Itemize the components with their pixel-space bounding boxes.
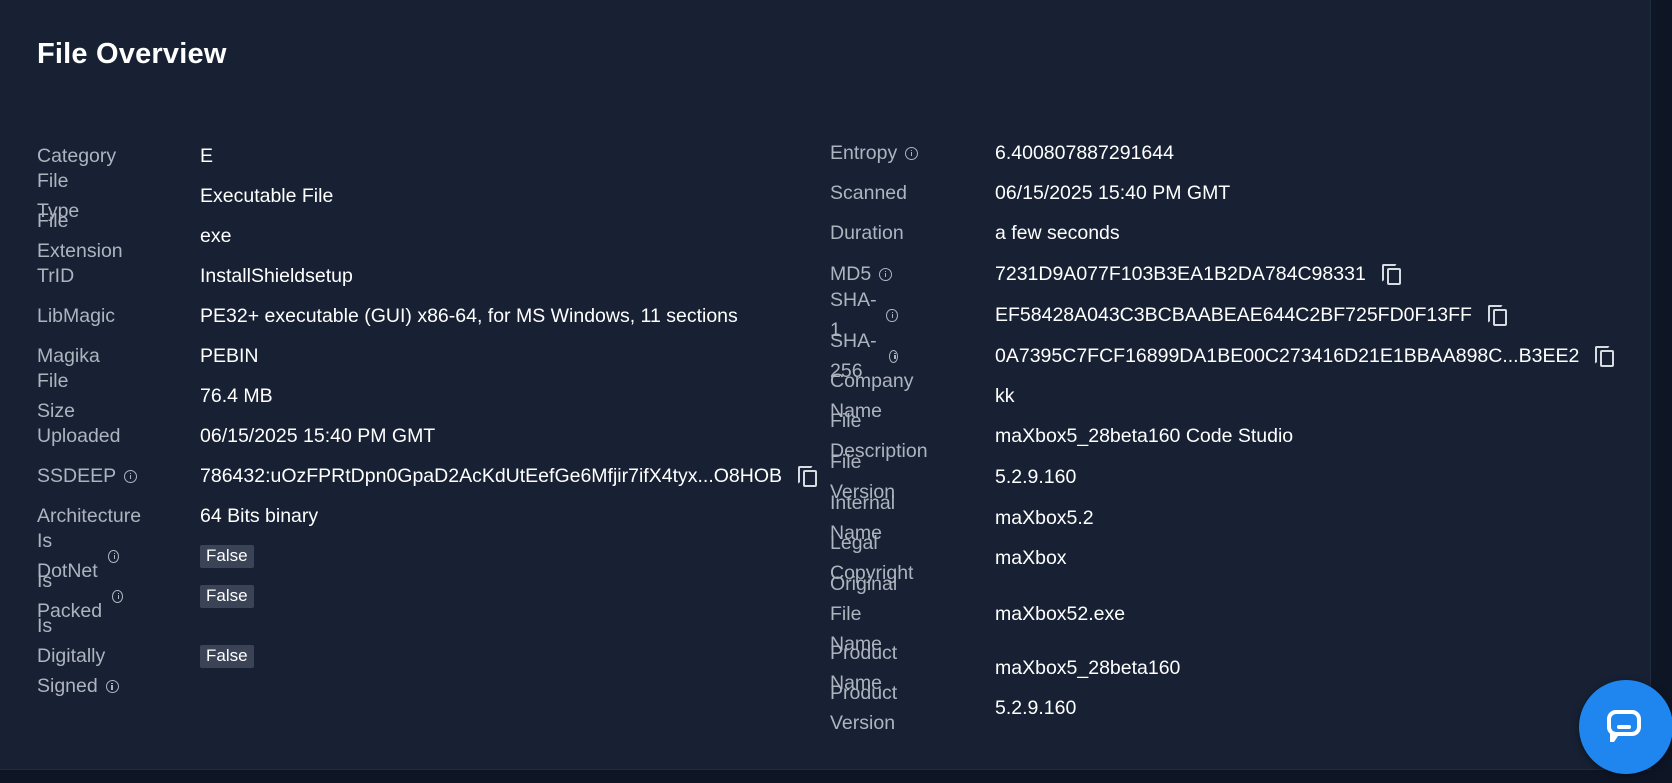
internal-name-value: maXbox5.2 bbox=[995, 506, 1094, 529]
ssdeep-label-wrap: SSDEEP bbox=[37, 461, 138, 491]
uploaded-value: 06/15/2025 15:40 PM GMT bbox=[200, 424, 436, 447]
file-overview-panel: File Overview Category E File Type Execu… bbox=[0, 0, 1651, 770]
info-icon[interactable] bbox=[105, 679, 119, 693]
file-extension-label: File Extension bbox=[37, 209, 123, 262]
info-icon[interactable] bbox=[108, 549, 119, 563]
is-signed-label-line2-wrap: Signed bbox=[37, 671, 119, 701]
file-type-value: Executable File bbox=[200, 184, 334, 207]
chat-icon-tail bbox=[1610, 733, 1620, 742]
is-signed-label-wrap: Is Digitally Signed bbox=[37, 611, 119, 702]
info-icon[interactable] bbox=[888, 349, 898, 363]
row-scanned: Scanned 06/15/2025 15:40 PM GMT bbox=[830, 178, 1230, 208]
copy-icon[interactable] bbox=[1487, 305, 1507, 326]
product-name-value: maXbox5_28beta160 bbox=[995, 656, 1181, 679]
trid-label: TrID bbox=[37, 264, 75, 287]
uploaded-label: Uploaded bbox=[37, 424, 121, 447]
file-size-label: File Size bbox=[37, 369, 75, 422]
product-version-label: Product Version bbox=[830, 681, 898, 734]
file-description-value: maXbox5_28beta160 Code Studio bbox=[995, 424, 1294, 447]
copy-icon[interactable] bbox=[798, 466, 818, 487]
file-version-value: 5.2.9.160 bbox=[995, 465, 1077, 488]
sha1-value: EF58428A043C3BCBAABEAE644C2BF725FD0F13FF bbox=[995, 303, 1472, 326]
is-signed-value-wrap: False bbox=[200, 644, 254, 668]
chat-icon-line bbox=[1617, 725, 1631, 729]
magika-value: PEBIN bbox=[200, 344, 259, 367]
file-extension-value: exe bbox=[200, 224, 232, 247]
info-icon[interactable] bbox=[886, 308, 898, 322]
company-name-value: kk bbox=[995, 384, 1015, 407]
info-icon[interactable] bbox=[124, 469, 138, 483]
md5-value: 7231D9A077F103B3EA1B2DA784C98331 bbox=[995, 262, 1366, 285]
duration-label: Duration bbox=[830, 221, 904, 244]
file-size-value: 76.4 MB bbox=[200, 384, 273, 407]
row-uploaded: Uploaded 06/15/2025 15:40 PM GMT bbox=[37, 421, 435, 451]
row-is-signed: Is Digitally Signed False bbox=[37, 615, 254, 697]
architecture-value: 64 Bits binary bbox=[200, 504, 319, 527]
product-version-value: 5.2.9.160 bbox=[995, 696, 1077, 719]
entropy-value: 6.400807887291644 bbox=[995, 141, 1174, 164]
is-dotnet-badge: False bbox=[200, 544, 254, 568]
scanned-value: 06/15/2025 15:40 PM GMT bbox=[995, 181, 1231, 204]
is-packed-badge: False bbox=[200, 584, 254, 608]
row-file-size: File Size 76.4 MB bbox=[37, 370, 273, 422]
is-signed-label-line2: Signed bbox=[37, 675, 98, 698]
entropy-label-wrap: Entropy bbox=[830, 138, 919, 168]
row-product-version: Product Version 5.2.9.160 bbox=[830, 682, 1076, 734]
sha256-value: 0A7395C7FCF16899DA1BE00C273416D21E1BBAA8… bbox=[995, 344, 1580, 367]
duration-value: a few seconds bbox=[995, 221, 1120, 244]
sha256-value-wrap: 0A7395C7FCF16899DA1BE00C273416D21E1BBAA8… bbox=[995, 344, 1615, 368]
is-packed-value-wrap: False bbox=[200, 584, 254, 608]
row-is-packed: Is Packed False bbox=[37, 570, 254, 622]
info-icon[interactable] bbox=[905, 146, 919, 160]
legal-copyright-value: maXbox bbox=[995, 546, 1067, 569]
trid-value: InstallShieldsetup bbox=[200, 264, 353, 287]
row-libmagic: LibMagic PE32+ executable (GUI) x86-64, … bbox=[37, 301, 738, 331]
copy-icon[interactable] bbox=[1381, 264, 1401, 285]
info-icon[interactable] bbox=[879, 267, 893, 281]
md5-value-wrap: 7231D9A077F103B3EA1B2DA784C98331 bbox=[995, 262, 1401, 286]
original-file-name-value: maXbox52.exe bbox=[995, 602, 1126, 625]
original-file-name-label-line1: Original File bbox=[830, 572, 898, 625]
row-entropy: Entropy 6.400807887291644 bbox=[830, 138, 1174, 168]
info-icon[interactable] bbox=[112, 589, 124, 603]
is-signed-label-line1: Is Digitally bbox=[37, 614, 106, 667]
chat-button[interactable] bbox=[1579, 680, 1672, 774]
copy-icon[interactable] bbox=[1595, 346, 1615, 367]
scanned-label: Scanned bbox=[830, 181, 907, 204]
sha1-value-wrap: EF58428A043C3BCBAABEAE644C2BF725FD0F13FF bbox=[995, 303, 1507, 327]
row-trid: TrID InstallShieldsetup bbox=[37, 261, 353, 291]
row-original-file-name: Original File Name maXbox52.exe bbox=[830, 573, 1125, 655]
row-ssdeep: SSDEEP 786432:uOzFPRtDpn0GpaD2AcKdUtEefG… bbox=[37, 461, 818, 491]
ssdeep-label: SSDEEP bbox=[37, 464, 117, 487]
page-title: File Overview bbox=[37, 38, 227, 70]
libmagic-value: PE32+ executable (GUI) x86-64, for MS Wi… bbox=[200, 304, 738, 327]
libmagic-label: LibMagic bbox=[37, 304, 116, 327]
ssdeep-value-wrap: 786432:uOzFPRtDpn0GpaD2AcKdUtEefGe6Mfjir… bbox=[200, 464, 818, 488]
is-signed-badge: False bbox=[200, 644, 254, 668]
category-value: E bbox=[200, 144, 214, 167]
is-dotnet-value-wrap: False bbox=[200, 544, 254, 568]
row-file-extension: File Extension exe bbox=[37, 210, 231, 262]
row-duration: Duration a few seconds bbox=[830, 218, 1120, 248]
entropy-label: Entropy bbox=[830, 141, 898, 164]
ssdeep-value: 786432:uOzFPRtDpn0GpaD2AcKdUtEefGe6Mfjir… bbox=[200, 464, 783, 487]
